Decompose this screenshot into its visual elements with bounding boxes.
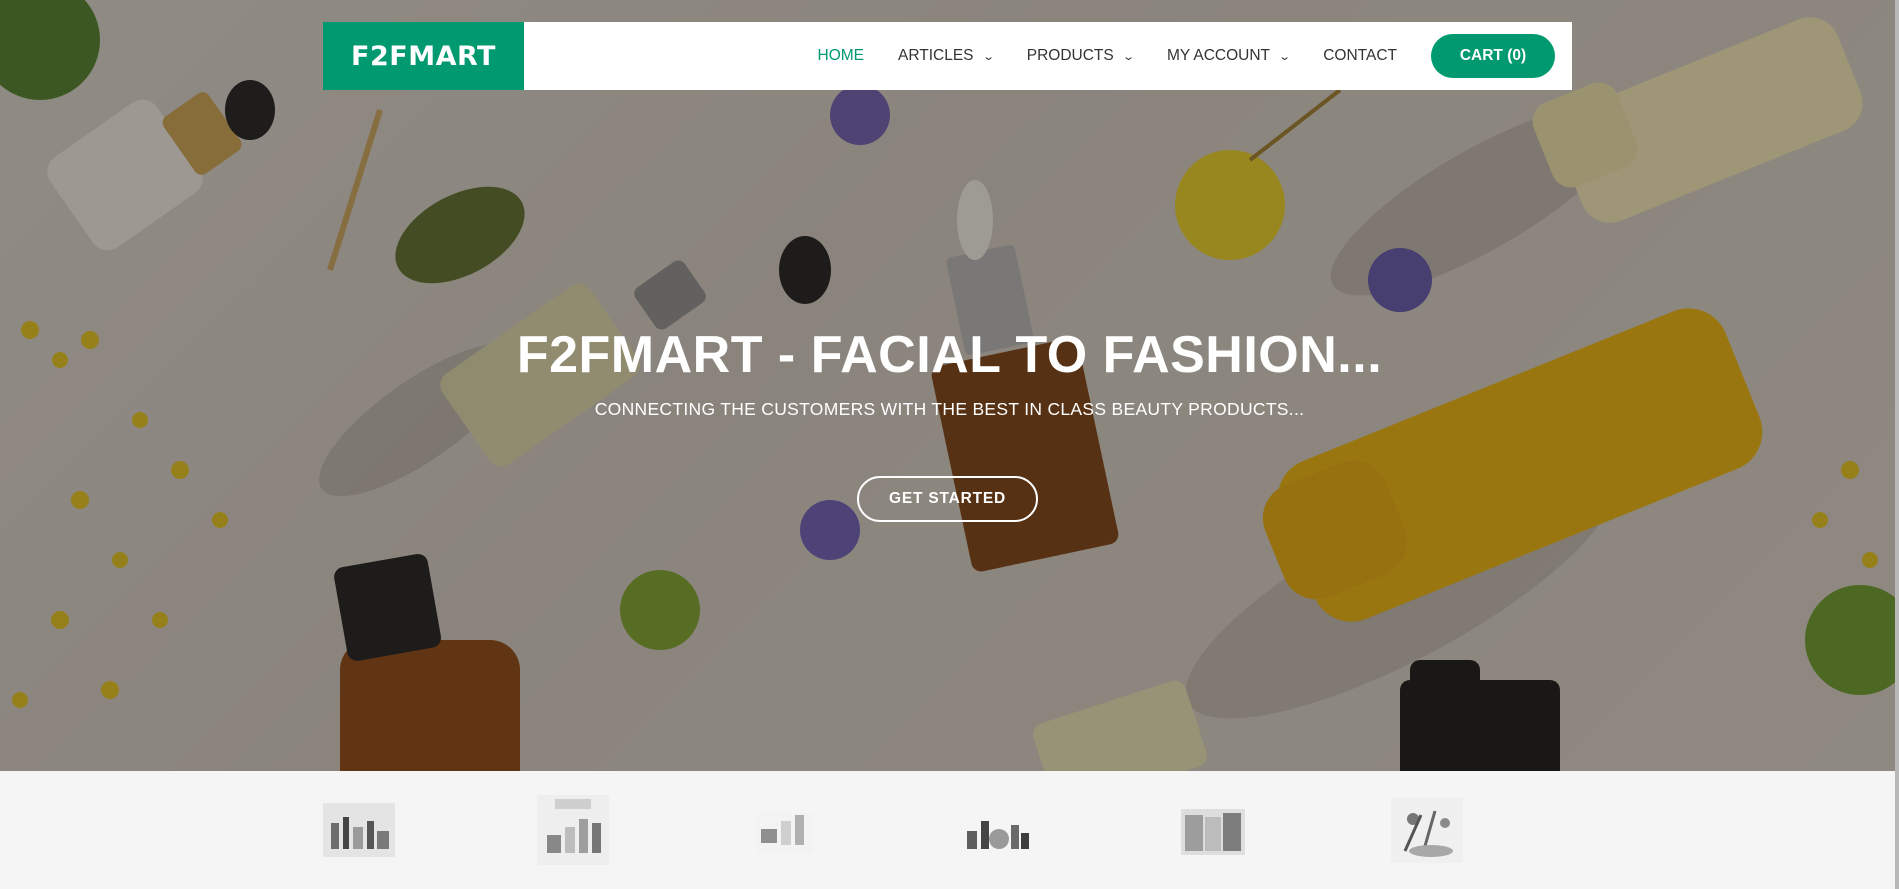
- nav-item-label: CONTACT: [1323, 47, 1397, 64]
- cosmetics-set-image[interactable]: [323, 795, 395, 865]
- cart-button[interactable]: CART (0): [1431, 34, 1555, 78]
- nav-item-products[interactable]: PRODUCTS ⌄: [1026, 47, 1135, 65]
- logo[interactable]: F2FMART: [323, 22, 524, 90]
- nav-item-label: ARTICLES: [898, 47, 974, 64]
- product-boxes-image[interactable]: [1177, 795, 1249, 865]
- chevron-down-icon: ⌄: [981, 50, 995, 63]
- nav-item-contact[interactable]: CONTACT: [1323, 47, 1397, 65]
- nav-item-articles[interactable]: ARTICLES ⌄: [898, 47, 995, 65]
- nav-item-label: HOME: [817, 47, 865, 64]
- nav-item-label: MY ACCOUNT: [1166, 47, 1271, 64]
- hero-title: F2FMART - FACIAL TO FASHION...: [516, 326, 1383, 384]
- main-nav: HOME ARTICLES ⌄ PRODUCTS ⌄ MY ACCOUNT ⌄ …: [524, 34, 1572, 78]
- chevron-down-icon: ⌄: [1121, 50, 1135, 63]
- page-scrollbar[interactable]: [1895, 0, 1899, 889]
- hero-section: F2FMART - FACIAL TO FASHION... CONNECTIN…: [0, 0, 1899, 771]
- nav-item-home[interactable]: HOME: [818, 47, 865, 65]
- cream-jars-image[interactable]: [749, 795, 821, 865]
- nav-item-my-account[interactable]: MY ACCOUNT ⌄: [1166, 47, 1292, 65]
- nav-item-label: PRODUCTS: [1026, 47, 1114, 64]
- site-header: F2FMART HOME ARTICLES ⌄ PRODUCTS ⌄ MY AC…: [323, 22, 1572, 90]
- hero-subtitle: CONNECTING THE CUSTOMERS WITH THE BEST I…: [594, 399, 1305, 419]
- skincare-bottles-image[interactable]: [537, 795, 609, 865]
- chevron-down-icon: ⌄: [1278, 50, 1292, 63]
- product-thumbnail-strip: [0, 771, 1895, 889]
- get-started-button[interactable]: GET STARTED: [857, 476, 1038, 522]
- beauty-tools-image[interactable]: [1391, 795, 1463, 865]
- makeup-items-image[interactable]: [963, 795, 1035, 865]
- hero-overlay: [0, 0, 1899, 771]
